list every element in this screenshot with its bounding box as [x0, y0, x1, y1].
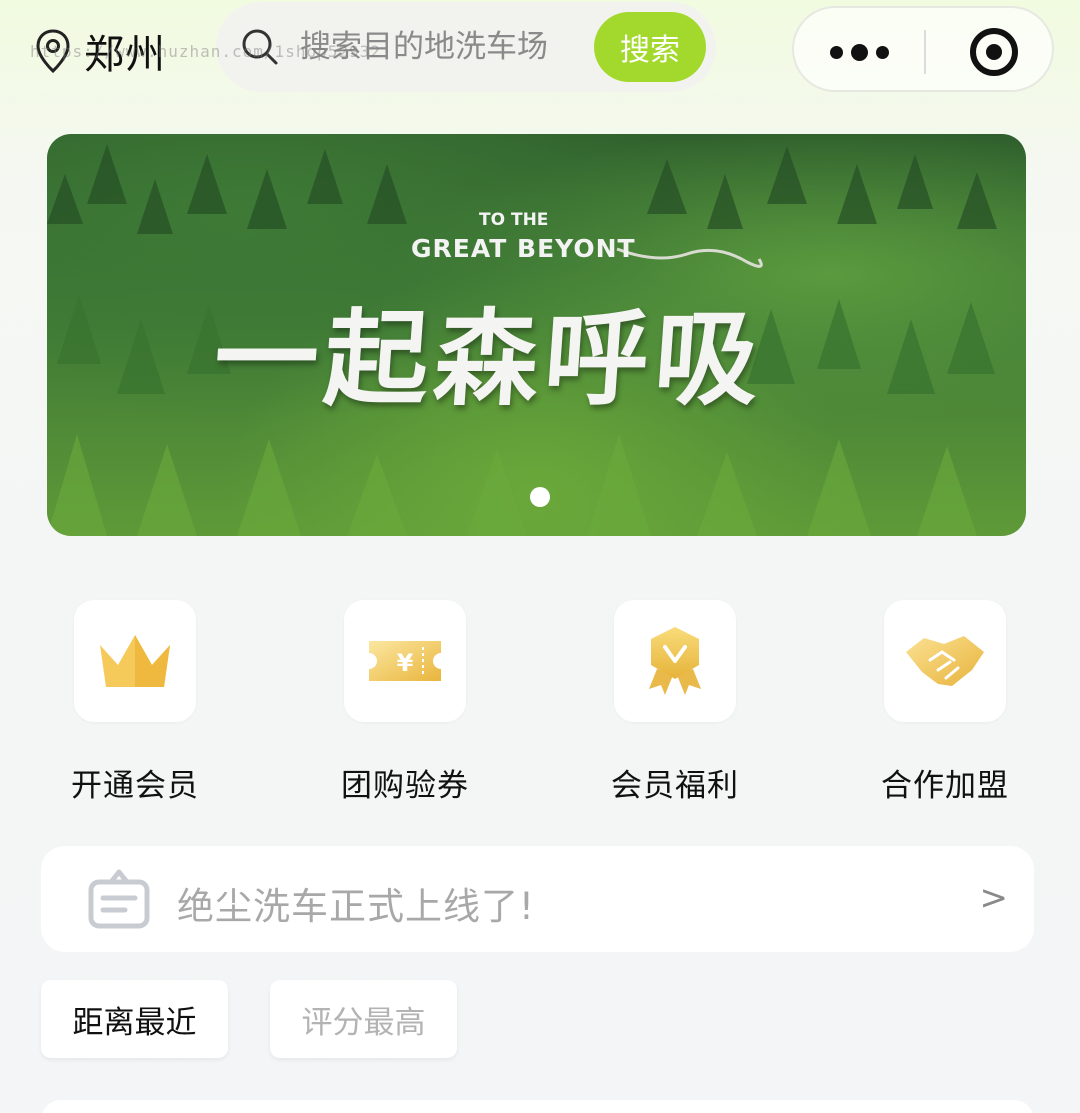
- notice-board-icon: [88, 869, 150, 929]
- capsule-divider: [924, 30, 926, 74]
- entry-label: 会员福利: [611, 768, 739, 804]
- more-menu-icon[interactable]: [830, 44, 889, 61]
- handshake-icon: [906, 636, 984, 686]
- banner-subtitle-1: TO THE: [479, 210, 549, 230]
- search-button[interactable]: 搜索: [594, 12, 706, 82]
- banner-title: 一起森呼吸: [210, 298, 769, 420]
- entry-tile[interactable]: ¥: [344, 600, 466, 722]
- entry-label: 团购验券: [341, 768, 469, 804]
- entry-franchise[interactable]: 合作加盟: [855, 600, 1035, 805]
- store-list-card[interactable]: [41, 1100, 1034, 1113]
- svg-text:¥: ¥: [397, 649, 414, 677]
- miniprogram-capsule: [792, 6, 1054, 92]
- announcement-text: 绝尘洗车正式上线了!: [177, 885, 535, 928]
- sort-top-rated-button[interactable]: 评分最高: [270, 980, 457, 1058]
- entry-group-coupon[interactable]: ¥ 团购验券: [315, 600, 495, 805]
- close-miniprogram-icon[interactable]: [968, 26, 1020, 78]
- entry-label: 开通会员: [71, 768, 199, 804]
- coupon-icon: ¥: [369, 641, 441, 681]
- carousel-indicator[interactable]: [530, 487, 550, 507]
- banner-carousel[interactable]: TO THE GREAT BEYONT 一起森呼吸: [47, 134, 1026, 536]
- entry-tile[interactable]: [614, 600, 736, 722]
- announcement-bar[interactable]: 绝尘洗车正式上线了! >: [41, 846, 1034, 952]
- entry-tile[interactable]: [884, 600, 1006, 722]
- entry-open-membership[interactable]: 开通会员: [45, 600, 225, 805]
- entry-label: 合作加盟: [881, 768, 1009, 804]
- sort-nearest-button[interactable]: 距离最近: [41, 980, 228, 1058]
- banner-subtitle-2: GREAT BEYONT: [411, 234, 636, 263]
- entry-member-benefits[interactable]: 会员福利: [585, 600, 765, 805]
- crown-icon: [100, 635, 170, 687]
- watermark: https://www.huzhan.com/1shop52932: [30, 42, 381, 61]
- badge-icon: [649, 627, 701, 695]
- entry-tile[interactable]: [74, 600, 196, 722]
- chevron-right-icon[interactable]: >: [980, 878, 1009, 918]
